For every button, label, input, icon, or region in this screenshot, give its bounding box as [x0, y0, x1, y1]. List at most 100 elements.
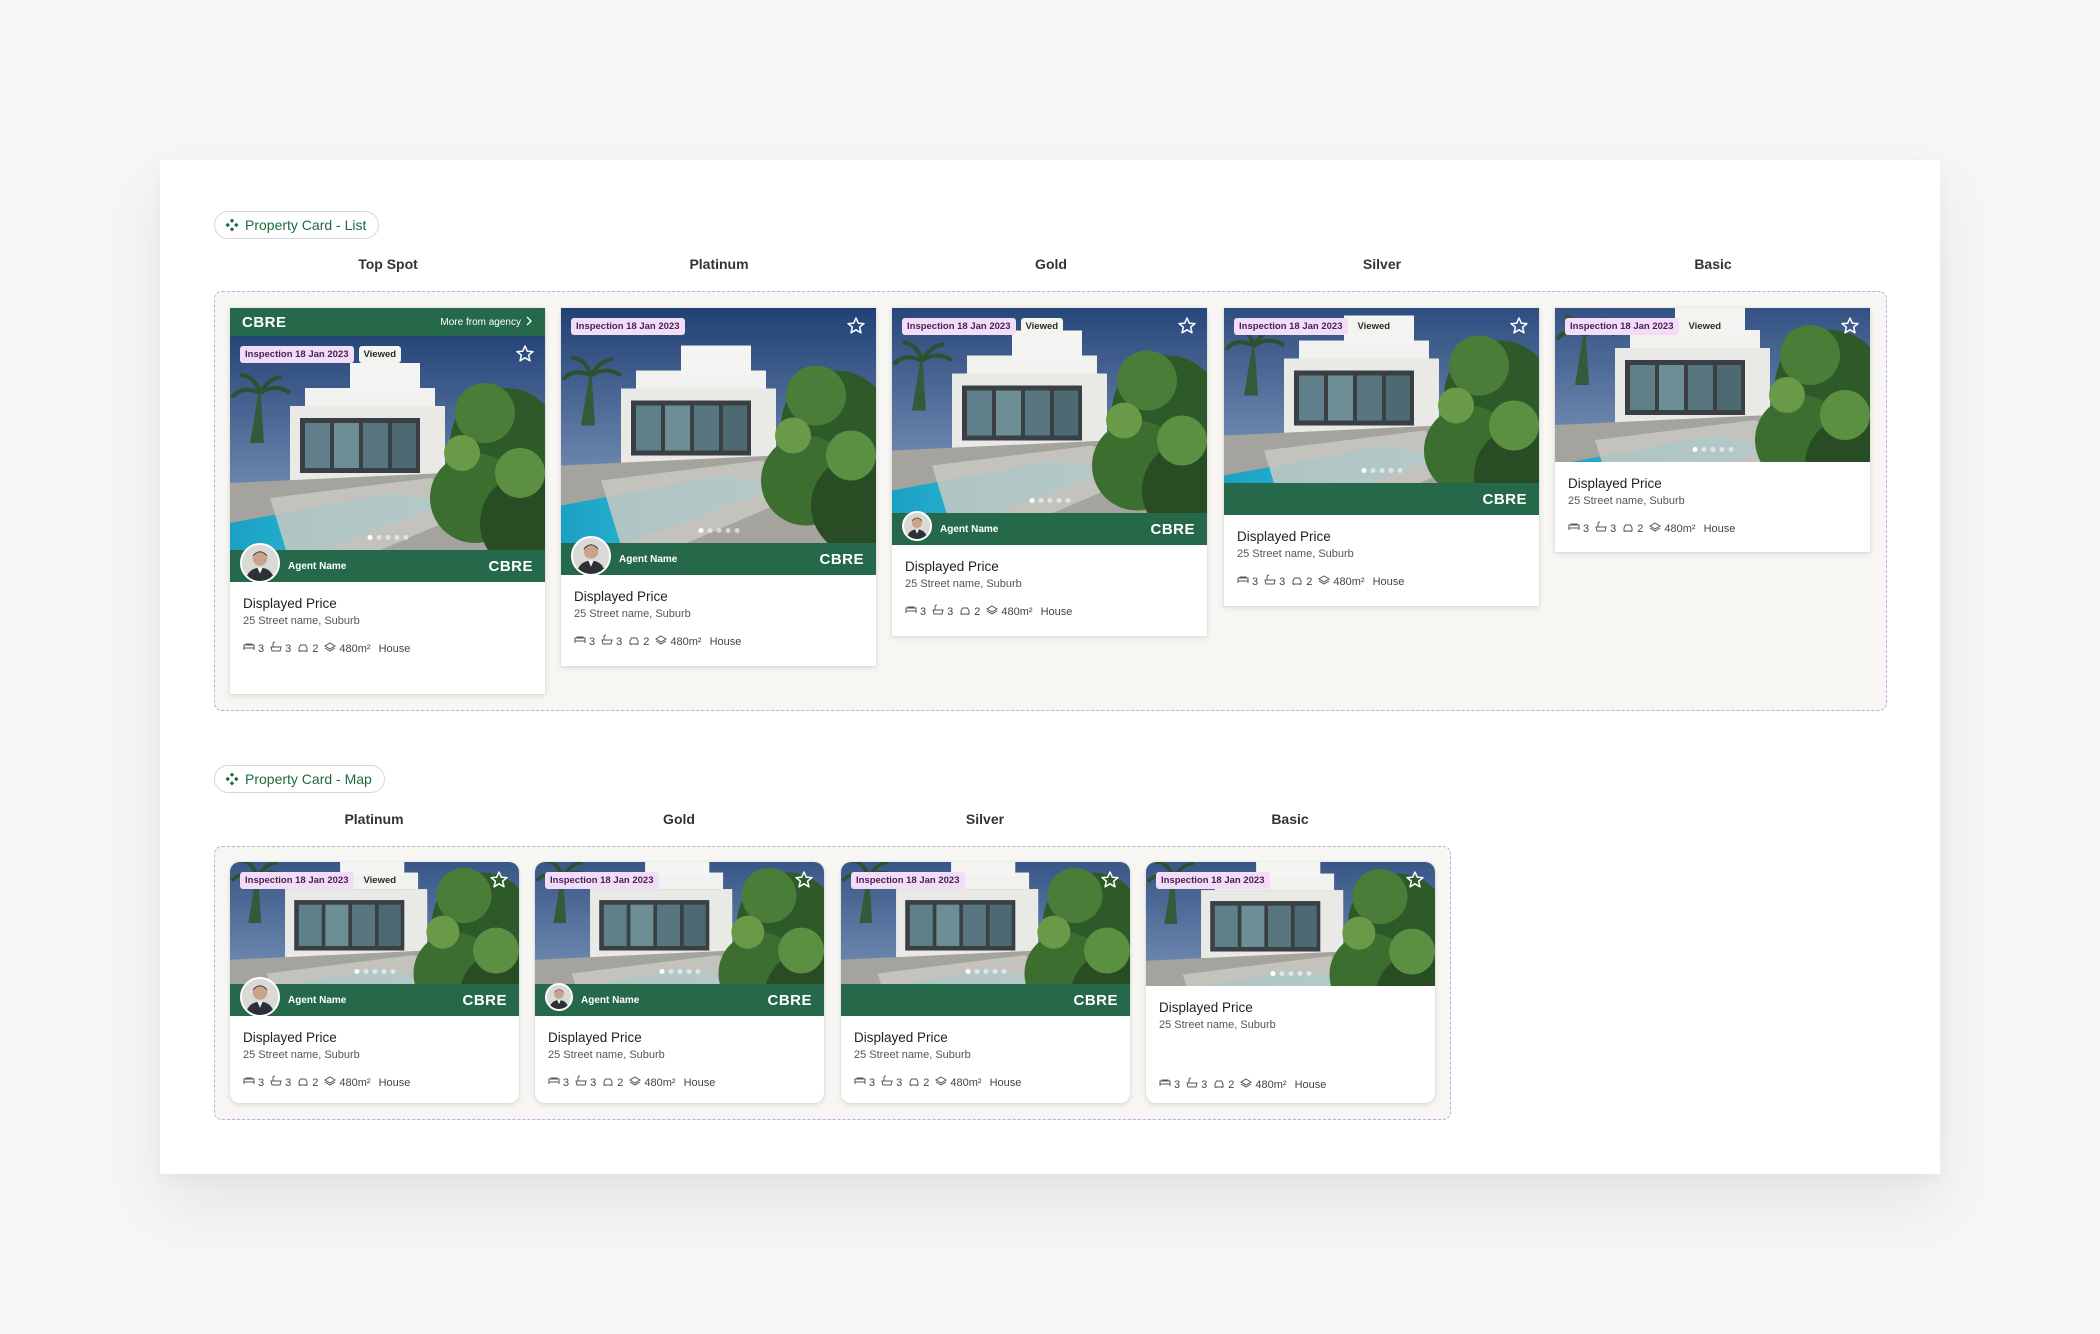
star-icon[interactable]	[1840, 316, 1860, 336]
photo-carousel[interactable]: Inspection 18 Jan 2023 Viewed	[1555, 308, 1870, 462]
carousel-dot[interactable]	[403, 535, 408, 540]
carousel-dot[interactable]	[1361, 468, 1366, 473]
star-icon[interactable]	[794, 870, 814, 890]
carousel-dots[interactable]	[1692, 447, 1733, 452]
carousel-dot[interactable]	[376, 535, 381, 540]
agent-info[interactable]: Agent Name	[240, 977, 346, 1017]
agent-info[interactable]: Agent Name	[571, 536, 677, 576]
carousel-dots[interactable]	[367, 535, 408, 540]
carousel-dot[interactable]	[1297, 971, 1302, 976]
carousel-dot[interactable]	[354, 969, 359, 974]
agent-info[interactable]: Agent Name	[240, 543, 346, 583]
carousel-dot[interactable]	[734, 528, 739, 533]
inspection-badge: Inspection 18 Jan 2023	[571, 318, 685, 335]
carousel-dot[interactable]	[1370, 468, 1375, 473]
carousel-dot[interactable]	[1056, 498, 1061, 503]
feature-value: 480m²	[339, 1076, 371, 1089]
carousel-dot[interactable]	[1692, 447, 1697, 452]
carousel-dots[interactable]	[965, 969, 1006, 974]
carousel-dot[interactable]	[1047, 498, 1052, 503]
property-card-list-gold[interactable]: Inspection 18 Jan 2023 Viewed Agent Name C…	[892, 308, 1207, 636]
carousel-dot[interactable]	[1388, 468, 1393, 473]
badge-group: Inspection 18 Jan 2023	[571, 318, 685, 335]
property-card-map-platinum[interactable]: Inspection 18 Jan 2023 Viewed Agent Name C…	[230, 862, 519, 1103]
carousel-dot[interactable]	[1038, 498, 1043, 503]
property-card-list-platinum[interactable]: Inspection 18 Jan 2023 Agent Name CBRE Dis…	[561, 308, 876, 666]
star-icon[interactable]	[1100, 870, 1120, 890]
carousel-dot[interactable]	[668, 969, 673, 974]
carousel-dot[interactable]	[390, 969, 395, 974]
carousel-dot[interactable]	[1728, 447, 1733, 452]
feature-value: 3	[1610, 522, 1617, 535]
carousel-dot[interactable]	[698, 528, 703, 533]
carousel-dot[interactable]	[363, 969, 368, 974]
carousel-dot[interactable]	[1270, 971, 1275, 976]
property-card-map-gold[interactable]: Inspection 18 Jan 2023 Agent Name CBRE Dis…	[535, 862, 824, 1103]
star-icon[interactable]	[515, 344, 535, 364]
carousel-dot[interactable]	[1001, 969, 1006, 974]
agent-info[interactable]: Agent Name	[902, 511, 999, 541]
carousel-dot[interactable]	[381, 969, 386, 974]
carousel-dot[interactable]	[659, 969, 664, 974]
carousel-dot[interactable]	[974, 969, 979, 974]
agent-info[interactable]: Agent Name	[545, 983, 639, 1011]
component-chip-map[interactable]: Property Card - Map	[214, 765, 385, 793]
star-icon[interactable]	[1509, 316, 1529, 336]
carousel-dot[interactable]	[677, 969, 682, 974]
property-card-map-silver[interactable]: Inspection 18 Jan 2023 CBRE Displayed Pric…	[841, 862, 1130, 1103]
agent-bar: CBRE	[1224, 483, 1539, 515]
property-card-list-basic[interactable]: Inspection 18 Jan 2023 Viewed Displayed Pr…	[1555, 308, 1870, 552]
carousel-dot[interactable]	[725, 528, 730, 533]
carousel-dots[interactable]	[1361, 468, 1402, 473]
carousel-dot[interactable]	[394, 535, 399, 540]
carousel-dot[interactable]	[367, 535, 372, 540]
photo-carousel[interactable]: Inspection 18 Jan 2023	[1146, 862, 1435, 986]
carousel-dot[interactable]	[1029, 498, 1034, 503]
carousel-dot[interactable]	[716, 528, 721, 533]
property-card-list-top-spot[interactable]: CBRE More from agency Inspection 18 Jan …	[230, 308, 545, 694]
carousel-dot[interactable]	[1306, 971, 1311, 976]
carousel-dot[interactable]	[1279, 971, 1284, 976]
photo-carousel[interactable]: Inspection 18 Jan 2023 Viewed	[892, 308, 1207, 513]
photo-carousel[interactable]: Inspection 18 Jan 2023	[535, 862, 824, 984]
carousel-dots[interactable]	[659, 969, 700, 974]
photo-carousel[interactable]: Inspection 18 Jan 2023 Viewed	[230, 336, 545, 550]
property-card-map-basic[interactable]: Inspection 18 Jan 2023 Displayed Price 25 …	[1146, 862, 1435, 1103]
carousel-dot[interactable]	[1701, 447, 1706, 452]
carousel-dot[interactable]	[1719, 447, 1724, 452]
photo-carousel[interactable]: Inspection 18 Jan 2023	[561, 308, 876, 543]
column-label-silver: Silver	[1362, 256, 1402, 272]
carousel-dot[interactable]	[1065, 498, 1070, 503]
column-label-platinum: Platinum	[689, 256, 749, 272]
property-card-list-silver[interactable]: Inspection 18 Jan 2023 Viewed CBRE Displaye…	[1224, 308, 1539, 606]
carousel-dots[interactable]	[1270, 971, 1311, 976]
component-chip-list[interactable]: Property Card - List	[214, 211, 380, 239]
carousel-dot[interactable]	[372, 969, 377, 974]
photo-carousel[interactable]: Inspection 18 Jan 2023 Viewed	[1224, 308, 1539, 483]
carousel-dot[interactable]	[385, 535, 390, 540]
carousel-dot[interactable]	[965, 969, 970, 974]
star-icon[interactable]	[846, 316, 866, 336]
carousel-dots[interactable]	[354, 969, 395, 974]
carousel-dot[interactable]	[1288, 971, 1293, 976]
carousel-dot[interactable]	[1397, 468, 1402, 473]
star-icon[interactable]	[1177, 316, 1197, 336]
feature-baths: 3	[881, 1075, 902, 1090]
carousel-dot[interactable]	[707, 528, 712, 533]
feature-value: 2	[1637, 522, 1644, 535]
carousel-dot[interactable]	[983, 969, 988, 974]
agent-name: Agent Name	[940, 523, 999, 535]
component-icon	[225, 218, 239, 232]
carousel-dots[interactable]	[698, 528, 739, 533]
carousel-dot[interactable]	[1710, 447, 1715, 452]
carousel-dot[interactable]	[1379, 468, 1384, 473]
carousel-dot[interactable]	[992, 969, 997, 974]
star-icon[interactable]	[1405, 870, 1425, 890]
carousel-dot[interactable]	[695, 969, 700, 974]
more-from-agency-link[interactable]: More from agency	[440, 316, 533, 329]
photo-carousel[interactable]: Inspection 18 Jan 2023 Viewed	[230, 862, 519, 984]
carousel-dots[interactable]	[1029, 498, 1070, 503]
star-icon[interactable]	[489, 870, 509, 890]
photo-carousel[interactable]: Inspection 18 Jan 2023	[841, 862, 1130, 984]
carousel-dot[interactable]	[686, 969, 691, 974]
